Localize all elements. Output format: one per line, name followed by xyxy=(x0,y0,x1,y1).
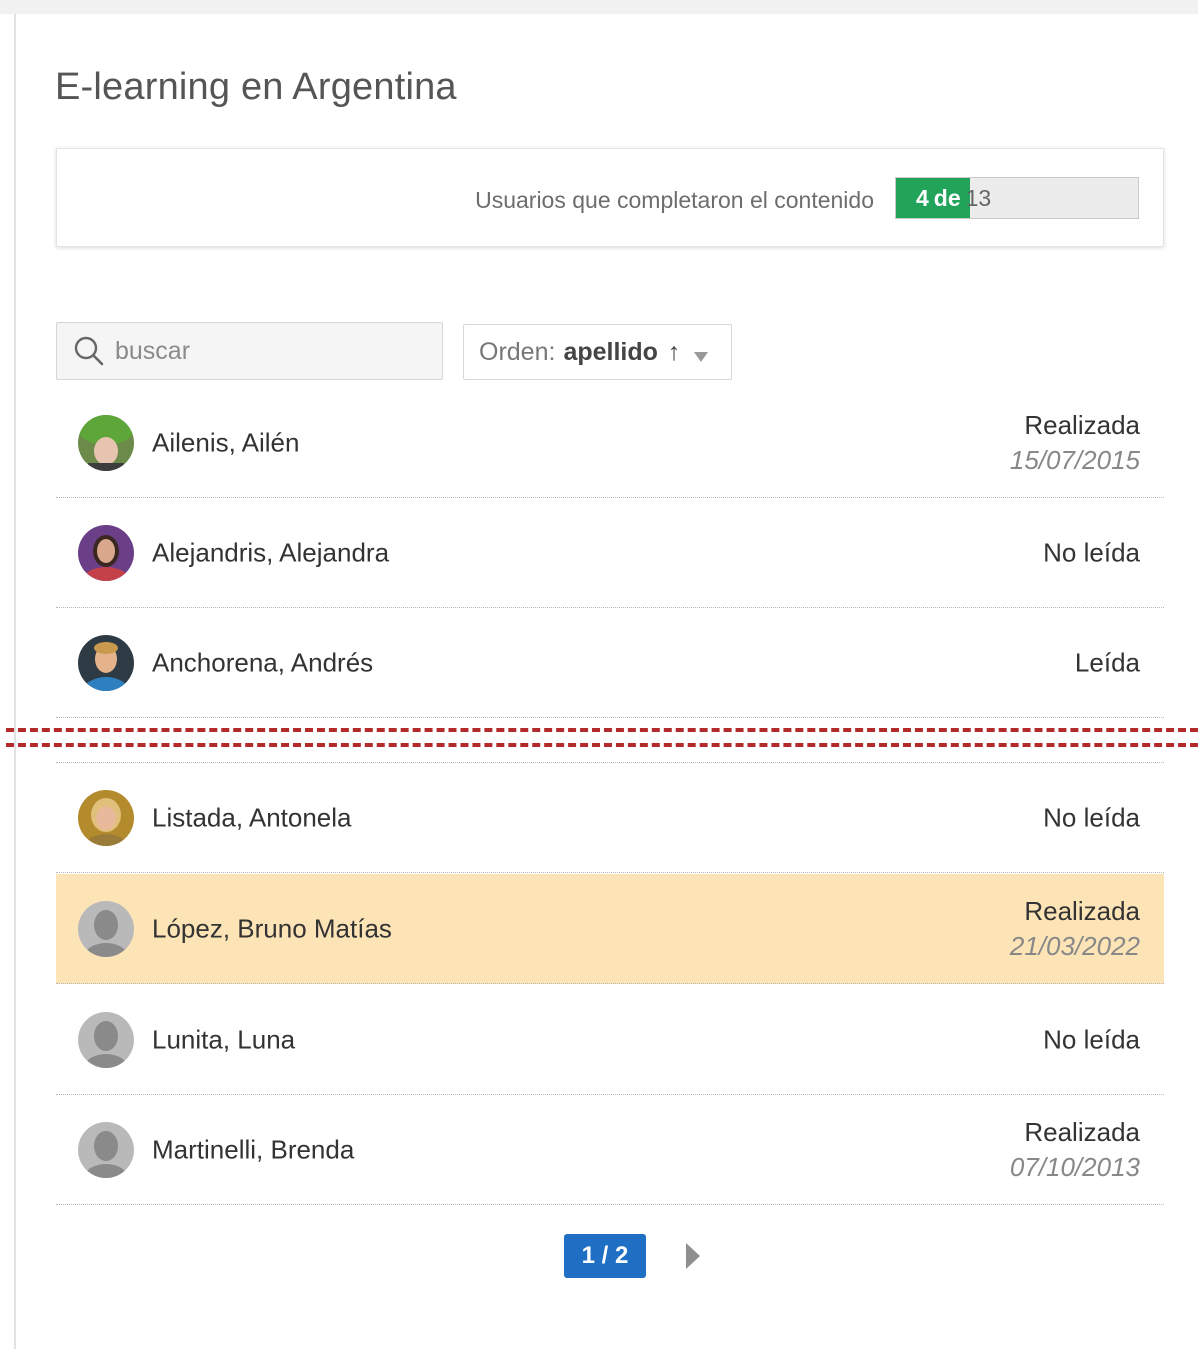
avatar-photo-icon xyxy=(78,634,134,691)
top-bar xyxy=(0,0,1198,14)
user-row-highlighted[interactable]: López, Bruno Matías Realizada 21/03/2022 xyxy=(56,874,1164,984)
sort-direction-icon: ↑ xyxy=(667,337,681,366)
avatar xyxy=(78,900,134,957)
user-status: Realizada 07/10/2013 xyxy=(1010,1115,1140,1185)
search-box[interactable] xyxy=(56,322,443,380)
default-avatar-icon xyxy=(78,1011,134,1068)
total-count: 13 xyxy=(965,184,992,211)
completion-summary: Usuarios que completaron el contenido 4 … xyxy=(56,148,1164,247)
next-arrow-icon[interactable] xyxy=(684,1243,702,1269)
user-row[interactable]: Anchorena, Andrés Leída xyxy=(56,608,1164,718)
cut-separator xyxy=(6,728,1198,732)
status-date: 07/10/2013 xyxy=(1009,1151,1140,1182)
user-name: Alejandris, Alejandra xyxy=(152,537,390,567)
status-date: 21/03/2022 xyxy=(1009,930,1140,961)
left-border xyxy=(14,14,16,1349)
user-row[interactable]: Ailenis, Ailén Realizada 15/07/2015 xyxy=(56,388,1164,498)
user-name: Listada, Antonela xyxy=(152,802,352,832)
avatar xyxy=(78,789,134,846)
status-text: No leída xyxy=(1043,802,1140,832)
user-row[interactable]: Lunita, Luna No leída xyxy=(56,985,1164,1095)
progress-text: 4 de 13 xyxy=(896,178,991,218)
avatar-photo-icon xyxy=(78,789,134,846)
avatar xyxy=(78,414,134,471)
status-text: No leída xyxy=(1043,537,1140,567)
avatar xyxy=(78,1121,134,1178)
user-status: Leída xyxy=(1075,645,1140,680)
user-status: Realizada 21/03/2022 xyxy=(1010,894,1140,964)
user-name: Ailenis, Ailén xyxy=(152,427,300,457)
user-row[interactable]: Alejandris, Alejandra No leída xyxy=(56,498,1164,608)
user-row[interactable]: Martinelli, Brenda Realizada 07/10/2013 xyxy=(56,1095,1164,1205)
order-label: Orden: xyxy=(479,337,556,366)
avatar-photo-icon xyxy=(78,524,134,581)
avatar-photo-icon xyxy=(78,414,134,471)
page-indicator-button[interactable]: 1 / 2 xyxy=(564,1234,646,1278)
user-name: Anchorena, Andrés xyxy=(152,647,374,677)
page-title: E-learning en Argentina xyxy=(55,66,457,108)
user-name: López, Bruno Matías xyxy=(152,913,392,943)
caret-down-icon xyxy=(694,352,709,362)
completion-progress-bar: 4 de 13 xyxy=(895,177,1139,219)
order-dropdown[interactable]: Orden: apellido ↑ xyxy=(463,324,732,380)
completed-count: 4 xyxy=(916,184,929,211)
user-name: Lunita, Luna xyxy=(152,1024,296,1054)
search-input[interactable] xyxy=(115,336,415,366)
avatar xyxy=(78,1011,134,1068)
user-name: Martinelli, Brenda xyxy=(152,1134,355,1164)
search-icon xyxy=(74,336,104,366)
avatar xyxy=(78,634,134,691)
completion-label: Usuarios que completaron el contenido xyxy=(475,187,874,213)
count-separator: de xyxy=(933,184,961,211)
user-status: No leída xyxy=(1043,1022,1140,1057)
default-avatar-icon xyxy=(78,900,134,957)
avatar xyxy=(78,524,134,581)
user-row[interactable]: Listada, Antonela No leída xyxy=(56,763,1164,873)
user-status: No leída xyxy=(1043,800,1140,835)
status-text: No leída xyxy=(1043,1024,1140,1054)
order-field: apellido xyxy=(563,337,658,366)
status-text: Leída xyxy=(1074,647,1140,677)
status-text: Realizada xyxy=(1024,1116,1140,1147)
status-text: Realizada xyxy=(1024,409,1140,440)
status-date: 15/07/2015 xyxy=(1009,444,1140,475)
cut-separator xyxy=(6,743,1198,747)
user-status: No leída xyxy=(1043,535,1140,570)
user-status: Realizada 15/07/2015 xyxy=(1010,408,1140,478)
status-text: Realizada xyxy=(1024,895,1140,926)
default-avatar-icon xyxy=(78,1121,134,1178)
